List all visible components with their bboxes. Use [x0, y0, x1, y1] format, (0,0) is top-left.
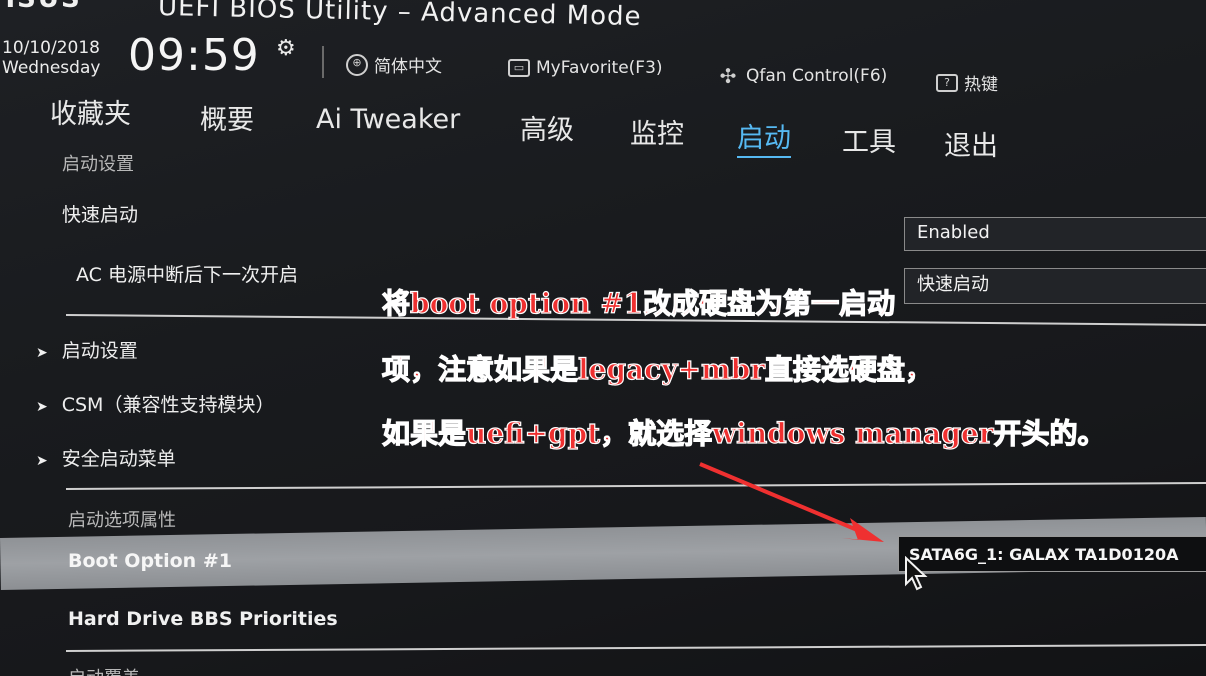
- arrow-annotation: [699, 462, 884, 542]
- mouse-cursor-icon: [905, 556, 928, 591]
- arrow-head: [842, 518, 884, 542]
- arrow-shaft: [699, 462, 863, 534]
